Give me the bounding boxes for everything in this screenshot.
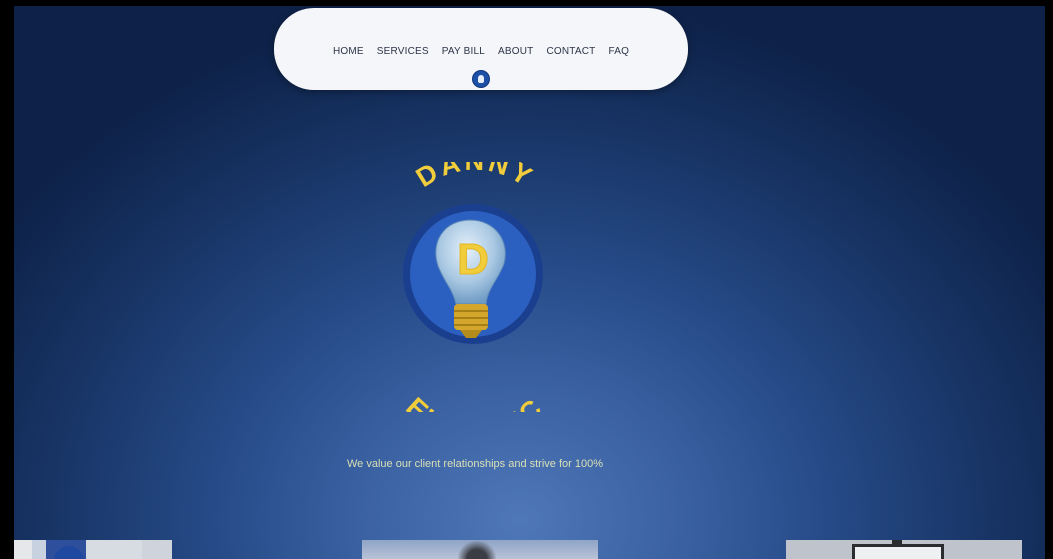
left-edge bbox=[0, 0, 14, 559]
service-thumbnail-2[interactable] bbox=[362, 540, 598, 559]
nav-contact-link[interactable]: CONTACT bbox=[546, 46, 595, 57]
thumbnail-graphic bbox=[852, 544, 944, 559]
danny-electric-logo: D DANNY ELECTRIC bbox=[400, 162, 549, 412]
nav-pay-bill-link[interactable]: PAY BILL bbox=[442, 46, 485, 57]
logo-top-text: DANNY bbox=[411, 162, 540, 193]
navigation-bar: HOME SERVICES PAY BILL ABOUT CONTACT FAQ bbox=[274, 8, 688, 90]
service-thumbnail-3[interactable] bbox=[786, 540, 1022, 559]
nav-faq-link[interactable]: FAQ bbox=[608, 46, 629, 57]
right-edge bbox=[1045, 0, 1053, 559]
top-edge bbox=[0, 0, 1053, 6]
hero-tagline: We value our client relationships and st… bbox=[347, 458, 603, 470]
nav-about-link[interactable]: ABOUT bbox=[498, 46, 533, 57]
logo-center-letter: D bbox=[457, 235, 489, 284]
thumbnail-graphic bbox=[54, 546, 84, 559]
logo-bottom-text: ELECTRIC bbox=[400, 392, 549, 412]
thumbnail-graphic bbox=[892, 540, 902, 546]
nav-services-link[interactable]: SERVICES bbox=[377, 46, 429, 57]
lightbulb-icon[interactable] bbox=[473, 71, 489, 87]
nav-home-link[interactable]: HOME bbox=[333, 46, 364, 57]
page: HOME SERVICES PAY BILL ABOUT CONTACT FAQ bbox=[0, 0, 1053, 559]
thumbnail-graphic bbox=[457, 540, 497, 559]
service-thumbnail-1[interactable] bbox=[14, 540, 172, 559]
nav-links: HOME SERVICES PAY BILL ABOUT CONTACT FAQ bbox=[274, 46, 688, 57]
